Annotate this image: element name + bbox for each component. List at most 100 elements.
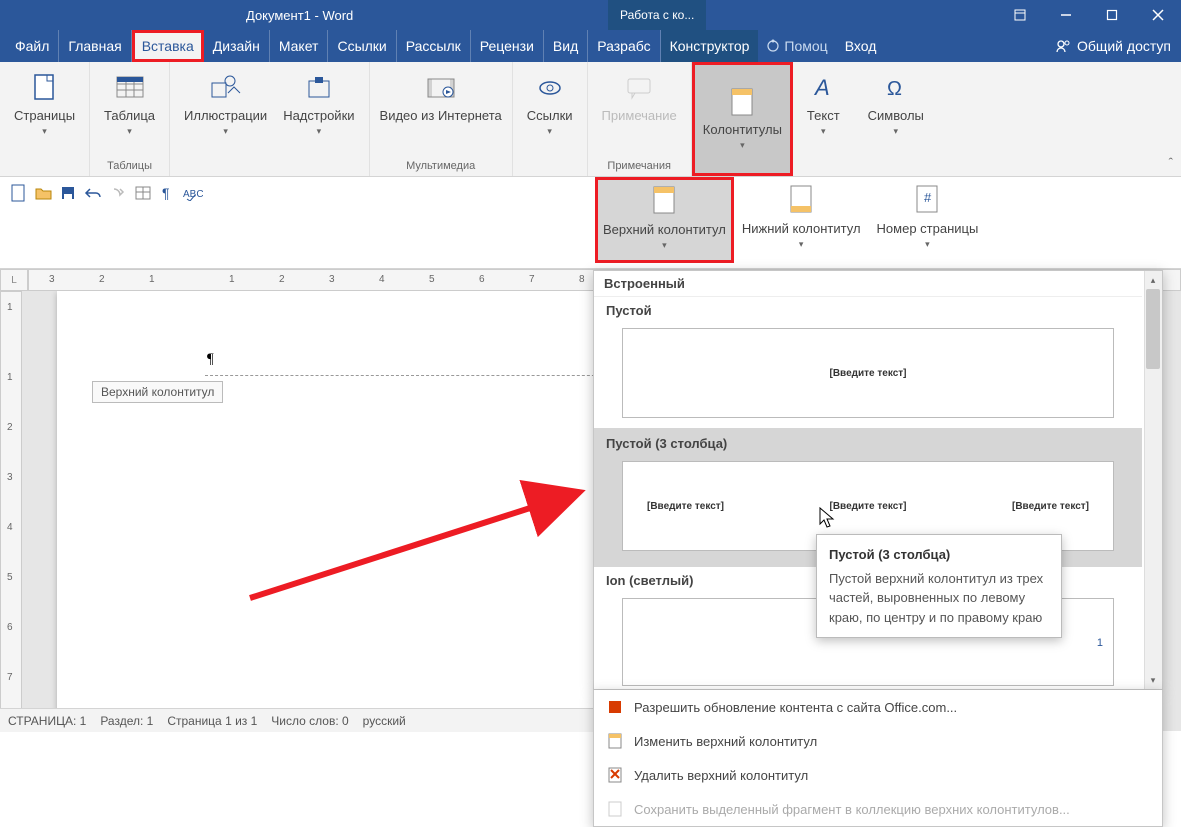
group-label-multimedia: Мультимедиа [406, 160, 475, 172]
titlebar: Документ1 - Word Работа с ко... [0, 0, 1181, 30]
window-title: Документ1 - Word [246, 8, 353, 23]
collapse-ribbon-icon[interactable]: ˆ [1169, 155, 1173, 170]
delete-header-icon [606, 766, 624, 784]
scrollbar-thumb[interactable] [1146, 289, 1160, 369]
comment-icon [623, 72, 655, 104]
svg-text:#: # [924, 190, 932, 205]
footer-dropdown-button[interactable]: Нижний колонтитул▾ [734, 177, 869, 263]
signin-link[interactable]: Вход [836, 30, 886, 62]
scroll-down-icon[interactable]: ▾ [1146, 673, 1160, 687]
header-icon [726, 86, 758, 118]
scroll-up-icon[interactable]: ▴ [1146, 273, 1160, 287]
maximize-icon[interactable] [1089, 0, 1135, 30]
menu-update-from-office[interactable]: Разрешить обновление контента с сайта Of… [594, 690, 1162, 724]
header-edit-area[interactable] [205, 346, 615, 376]
page-number-button[interactable]: # Номер страницы▾ [869, 177, 987, 263]
window-controls [997, 0, 1181, 30]
share-button[interactable]: Общий доступ [1045, 38, 1181, 54]
chevron-down-icon: ▾ [317, 126, 322, 138]
illustrations-button[interactable]: Иллюстрации ▾ [176, 66, 275, 144]
office-icon [606, 698, 624, 716]
qa-table-icon[interactable] [131, 181, 155, 205]
tooltip: Пустой (3 столбца) Пустой верхний колонт… [816, 534, 1062, 638]
headers-footers-button[interactable]: Колонтитулы ▾ [692, 62, 793, 176]
save-gallery-icon [606, 800, 624, 818]
status-section[interactable]: Раздел: 1 [100, 714, 153, 728]
chevron-down-icon: ▾ [894, 126, 899, 138]
tab-designer[interactable]: Конструктор [661, 30, 759, 62]
gallery-section-builtin: Встроенный [594, 271, 1142, 297]
ribbon-tabs: Файл Главная Вставка Дизайн Макет Ссылки… [0, 30, 1181, 62]
ribbon: Страницы ▾ Таблица ▾ Таблицы Иллюстрации… [0, 62, 1181, 177]
qa-spellcheck-icon[interactable]: ABC [181, 181, 205, 205]
ribbon-group-text: A Текст ▾ [793, 62, 854, 176]
chevron-down-icon: ▾ [127, 126, 132, 138]
text-button[interactable]: A Текст ▾ [799, 66, 848, 144]
tooltip-body: Пустой верхний колонтитул из трех частей… [829, 569, 1049, 628]
qa-new-icon[interactable] [6, 181, 30, 205]
footer-icon [785, 183, 817, 215]
tab-design[interactable]: Дизайн [204, 30, 270, 62]
tab-references[interactable]: Ссылки [328, 30, 396, 62]
tab-home[interactable]: Главная [59, 30, 131, 62]
tab-file[interactable]: Файл [6, 30, 59, 62]
tooltip-title: Пустой (3 столбца) [829, 545, 1049, 565]
qa-open-icon[interactable] [31, 181, 55, 205]
pages-button[interactable]: Страницы ▾ [6, 66, 83, 144]
quick-access-toolbar: ¶ ABC [6, 181, 205, 205]
header-section-label: Верхний колонтитул [92, 381, 223, 403]
header-dropdown-button[interactable]: Верхний колонтитул▾ [595, 177, 734, 263]
menu-edit-header[interactable]: Изменить верхний колонтитул [594, 724, 1162, 758]
gallery-item-empty[interactable]: [Введите текст] [622, 328, 1114, 418]
tab-developer[interactable]: Разрабс [588, 30, 660, 62]
tab-mailings[interactable]: Рассылк [397, 30, 471, 62]
group-label-tables: Таблицы [107, 160, 152, 172]
tab-insert[interactable]: Вставка [132, 30, 204, 62]
tab-review[interactable]: Рецензи [471, 30, 544, 62]
ribbon-group-illustrations: Иллюстрации ▾ Надстройки ▾ [170, 62, 370, 176]
ruler-tab-selector[interactable]: L [0, 269, 28, 291]
qa-redo-icon[interactable] [106, 181, 130, 205]
edit-header-icon [606, 732, 624, 750]
group-label-comments: Примечания [607, 160, 671, 172]
page-icon [29, 72, 61, 104]
vertical-ruler[interactable]: 1 1 2 3 4 5 6 7 [0, 291, 22, 731]
menu-delete-header[interactable]: Удалить верхний колонтитул [594, 758, 1162, 792]
chevron-down-icon: ▾ [821, 126, 826, 138]
paragraph-mark: ¶ [207, 351, 214, 368]
ribbon-group-comments: Примечание Примечания [588, 62, 692, 176]
video-icon [425, 72, 457, 104]
help-tell-me[interactable]: Помоц [758, 38, 835, 54]
status-page-of[interactable]: Страница 1 из 1 [167, 714, 257, 728]
svg-text:A: A [813, 75, 830, 100]
links-button[interactable]: Ссылки ▾ [519, 66, 581, 144]
qa-paragraph-icon[interactable]: ¶ [156, 181, 180, 205]
qa-save-icon[interactable] [56, 181, 80, 205]
header-icon [648, 184, 680, 216]
close-icon[interactable] [1135, 0, 1181, 30]
gallery-scrollbar[interactable]: ▴ ▾ [1144, 271, 1162, 689]
svg-text:Ω: Ω [887, 78, 902, 100]
status-bar: СТРАНИЦА: 1 Раздел: 1 Страница 1 из 1 Чи… [0, 708, 593, 732]
status-words[interactable]: Число слов: 0 [271, 714, 348, 728]
online-video-button[interactable]: Видео из Интернета [376, 66, 506, 131]
gallery-footer-menu: Разрешить обновление контента с сайта Of… [593, 690, 1163, 827]
ribbon-group-pages: Страницы ▾ [0, 62, 90, 176]
status-language[interactable]: русский [363, 714, 406, 728]
tab-view[interactable]: Вид [544, 30, 588, 62]
omega-icon: Ω [880, 72, 912, 104]
symbols-button[interactable]: Ω Символы ▾ [860, 66, 932, 144]
ribbon-display-icon[interactable] [997, 0, 1043, 30]
context-tab-label[interactable]: Работа с ко... [608, 0, 706, 30]
help-label: Помоц [784, 38, 827, 54]
status-page[interactable]: СТРАНИЦА: 1 [8, 714, 86, 728]
tab-layout[interactable]: Макет [270, 30, 329, 62]
chevron-down-icon: ▾ [42, 126, 47, 138]
svg-text:¶: ¶ [162, 185, 170, 201]
minimize-icon[interactable] [1043, 0, 1089, 30]
ribbon-group-multimedia: Видео из Интернета Мультимедиа [370, 62, 513, 176]
qa-undo-icon[interactable] [81, 181, 105, 205]
addins-button[interactable]: Надстройки ▾ [275, 66, 362, 144]
ribbon-group-tables: Таблица ▾ Таблицы [90, 62, 170, 176]
table-button[interactable]: Таблица ▾ [96, 66, 163, 144]
